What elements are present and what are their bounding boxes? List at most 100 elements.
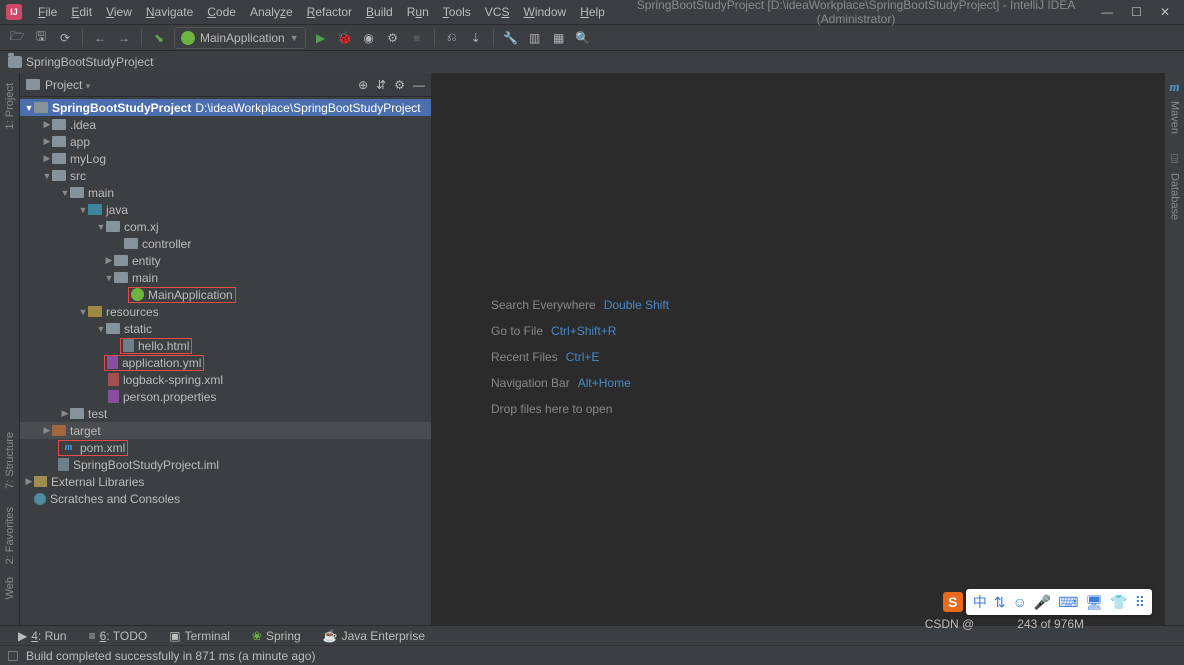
maven-tool-icon[interactable]: m (1169, 79, 1179, 95)
tree-idea[interactable]: ▶.idea (20, 116, 431, 133)
tree-logback[interactable]: logback-spring.xml (20, 371, 431, 388)
vcs-icon[interactable]: ⎌ (443, 29, 461, 47)
right-tool-stripe: m Maven ⌸ Database (1164, 73, 1184, 625)
locate-icon[interactable]: ⊕ (358, 78, 368, 92)
coverage-icon[interactable]: ◉ (360, 29, 378, 47)
tree-mainapplication[interactable]: MainApplication (20, 286, 431, 303)
tree-mainpkg[interactable]: ▼main (20, 269, 431, 286)
gutter-maven[interactable]: Maven (1169, 95, 1181, 140)
menu-run[interactable]: Run (401, 3, 435, 21)
menu-help[interactable]: Help (574, 3, 611, 21)
tree-target[interactable]: ▶target (20, 422, 431, 439)
profile-icon[interactable]: ⚙ (384, 29, 402, 47)
tip-goto-label: Go to File (491, 324, 543, 338)
project-view-icon (26, 79, 40, 90)
search-icon[interactable]: 🔍 (574, 29, 592, 47)
sogou-icon[interactable]: S (943, 592, 963, 612)
wrench-icon[interactable]: 🔧 (502, 29, 520, 47)
run-config-selector[interactable]: MainApplication ▼ (174, 27, 306, 49)
close-button[interactable]: ✕ (1160, 5, 1170, 19)
hide-icon[interactable]: — (413, 78, 425, 92)
menu-build[interactable]: Build (360, 3, 399, 21)
ime-emoji[interactable]: ☺ (1013, 594, 1027, 610)
menu-file[interactable]: File (32, 3, 63, 21)
menu-window[interactable]: Window (517, 3, 572, 21)
tree-main[interactable]: ▼main (20, 184, 431, 201)
debug-icon[interactable]: 🐞 (336, 29, 354, 47)
tree-controller[interactable]: controller (20, 235, 431, 252)
maximize-button[interactable]: ☐ (1131, 5, 1142, 19)
gutter-web[interactable]: Web (4, 571, 16, 605)
ime-screen[interactable]: 🖥 (1086, 594, 1104, 611)
gutter-database[interactable]: Database (1169, 167, 1181, 226)
tree-scratches[interactable]: Scratches and Consoles (20, 490, 431, 507)
project-panel-title[interactable]: Project ▾ (45, 78, 358, 92)
stop-icon[interactable]: ■ (408, 29, 426, 47)
back-icon[interactable]: ← (91, 29, 109, 47)
settings-icon[interactable]: ⚙ (394, 78, 405, 92)
menu-edit[interactable]: Edit (65, 3, 98, 21)
tree-appyml[interactable]: application.yml (20, 354, 431, 371)
menu-code[interactable]: Code (201, 3, 242, 21)
tree-mylog[interactable]: ▶myLog (20, 150, 431, 167)
gutter-favorites[interactable]: 2: Favorites (4, 501, 16, 570)
project-tree[interactable]: ▼SpringBootStudyProjectD:\ideaWorkplace\… (20, 97, 431, 625)
database-icon[interactable]: ▦ (550, 29, 568, 47)
tree-entity[interactable]: ▶entity (20, 252, 431, 269)
tab-terminal[interactable]: ▣Terminal (169, 629, 230, 643)
tree-pom[interactable]: mpom.xml (20, 439, 431, 456)
tree-iml[interactable]: SpringBootStudyProject.iml (20, 456, 431, 473)
nav-breadcrumb: SpringBootStudyProject (0, 51, 1184, 73)
vcs-update-icon[interactable]: ⇣ (467, 29, 485, 47)
ime-punct[interactable]: ⇅ (994, 594, 1006, 611)
welcome-tips: Search EverywhereDouble Shift Go to File… (491, 298, 669, 416)
menu-refactor[interactable]: Refactor (301, 3, 358, 21)
ime-voice[interactable]: 🎤 (1034, 594, 1051, 611)
ime-lang[interactable]: 中 (973, 592, 987, 612)
forward-icon[interactable]: → (115, 29, 133, 47)
main-area: 1: Project 7: Structure 2: Favorites Web… (0, 73, 1184, 625)
tree-java[interactable]: ▼java (20, 201, 431, 218)
gutter-structure[interactable]: 7: Structure (4, 426, 16, 495)
tab-spring[interactable]: ❀Spring (252, 629, 301, 643)
tab-javaee[interactable]: ☕Java Enterprise (323, 629, 425, 643)
menu-vcs[interactable]: VCS (479, 3, 516, 21)
menu-view[interactable]: View (100, 3, 138, 21)
ime-toolbar[interactable]: S 中 ⇅ ☺ 🎤 ⌨ 🖥 👕 ⠿ (966, 589, 1152, 615)
menu-navigate[interactable]: Navigate (140, 3, 199, 21)
ime-menu[interactable]: ⠿ (1135, 594, 1145, 611)
properties-icon (108, 390, 119, 403)
menu-analyze[interactable]: Analyze (244, 3, 299, 21)
minimize-button[interactable]: — (1101, 5, 1113, 19)
window-title: SpringBootStudyProject [D:\ideaWorkplace… (611, 0, 1101, 26)
project-settings-icon[interactable]: ▥ (526, 29, 544, 47)
save-icon[interactable]: 🖫 (32, 29, 50, 47)
editor-area[interactable]: Search EverywhereDouble Shift Go to File… (431, 73, 1164, 625)
tree-extlib[interactable]: ▶External Libraries (20, 473, 431, 490)
breadcrumb-root[interactable]: SpringBootStudyProject (26, 55, 153, 69)
status-toggle-icon[interactable] (8, 651, 18, 661)
tree-person[interactable]: person.properties (20, 388, 431, 405)
tree-static[interactable]: ▼static (20, 320, 431, 337)
tree-root[interactable]: ▼SpringBootStudyProjectD:\ideaWorkplace\… (20, 99, 431, 116)
open-icon[interactable]: 🗁 (8, 29, 26, 47)
gutter-project[interactable]: 1: Project (4, 77, 16, 135)
tree-comxj[interactable]: ▼com.xj (20, 218, 431, 235)
tree-hello[interactable]: hello.html (20, 337, 431, 354)
tree-src[interactable]: ▼src (20, 167, 431, 184)
refresh-icon[interactable]: ⟳ (56, 29, 74, 47)
tree-resources[interactable]: ▼resources (20, 303, 431, 320)
run-icon[interactable]: ▶ (312, 29, 330, 47)
tab-run[interactable]: ▶4: Run (18, 629, 67, 643)
collapse-icon[interactable]: ⇵ (376, 78, 386, 92)
tree-app[interactable]: ▶app (20, 133, 431, 150)
iml-icon (58, 458, 69, 471)
database-tool-icon[interactable]: ⌸ (1171, 152, 1178, 167)
ime-skin[interactable]: 👕 (1110, 594, 1127, 611)
intellij-icon: IJ (6, 4, 22, 20)
ime-keyboard[interactable]: ⌨ (1058, 594, 1078, 611)
tab-todo[interactable]: ≡6: TODO (89, 629, 148, 643)
tree-test[interactable]: ▶test (20, 405, 431, 422)
menu-tools[interactable]: Tools (437, 3, 477, 21)
build-icon[interactable]: ⬊ (150, 29, 168, 47)
